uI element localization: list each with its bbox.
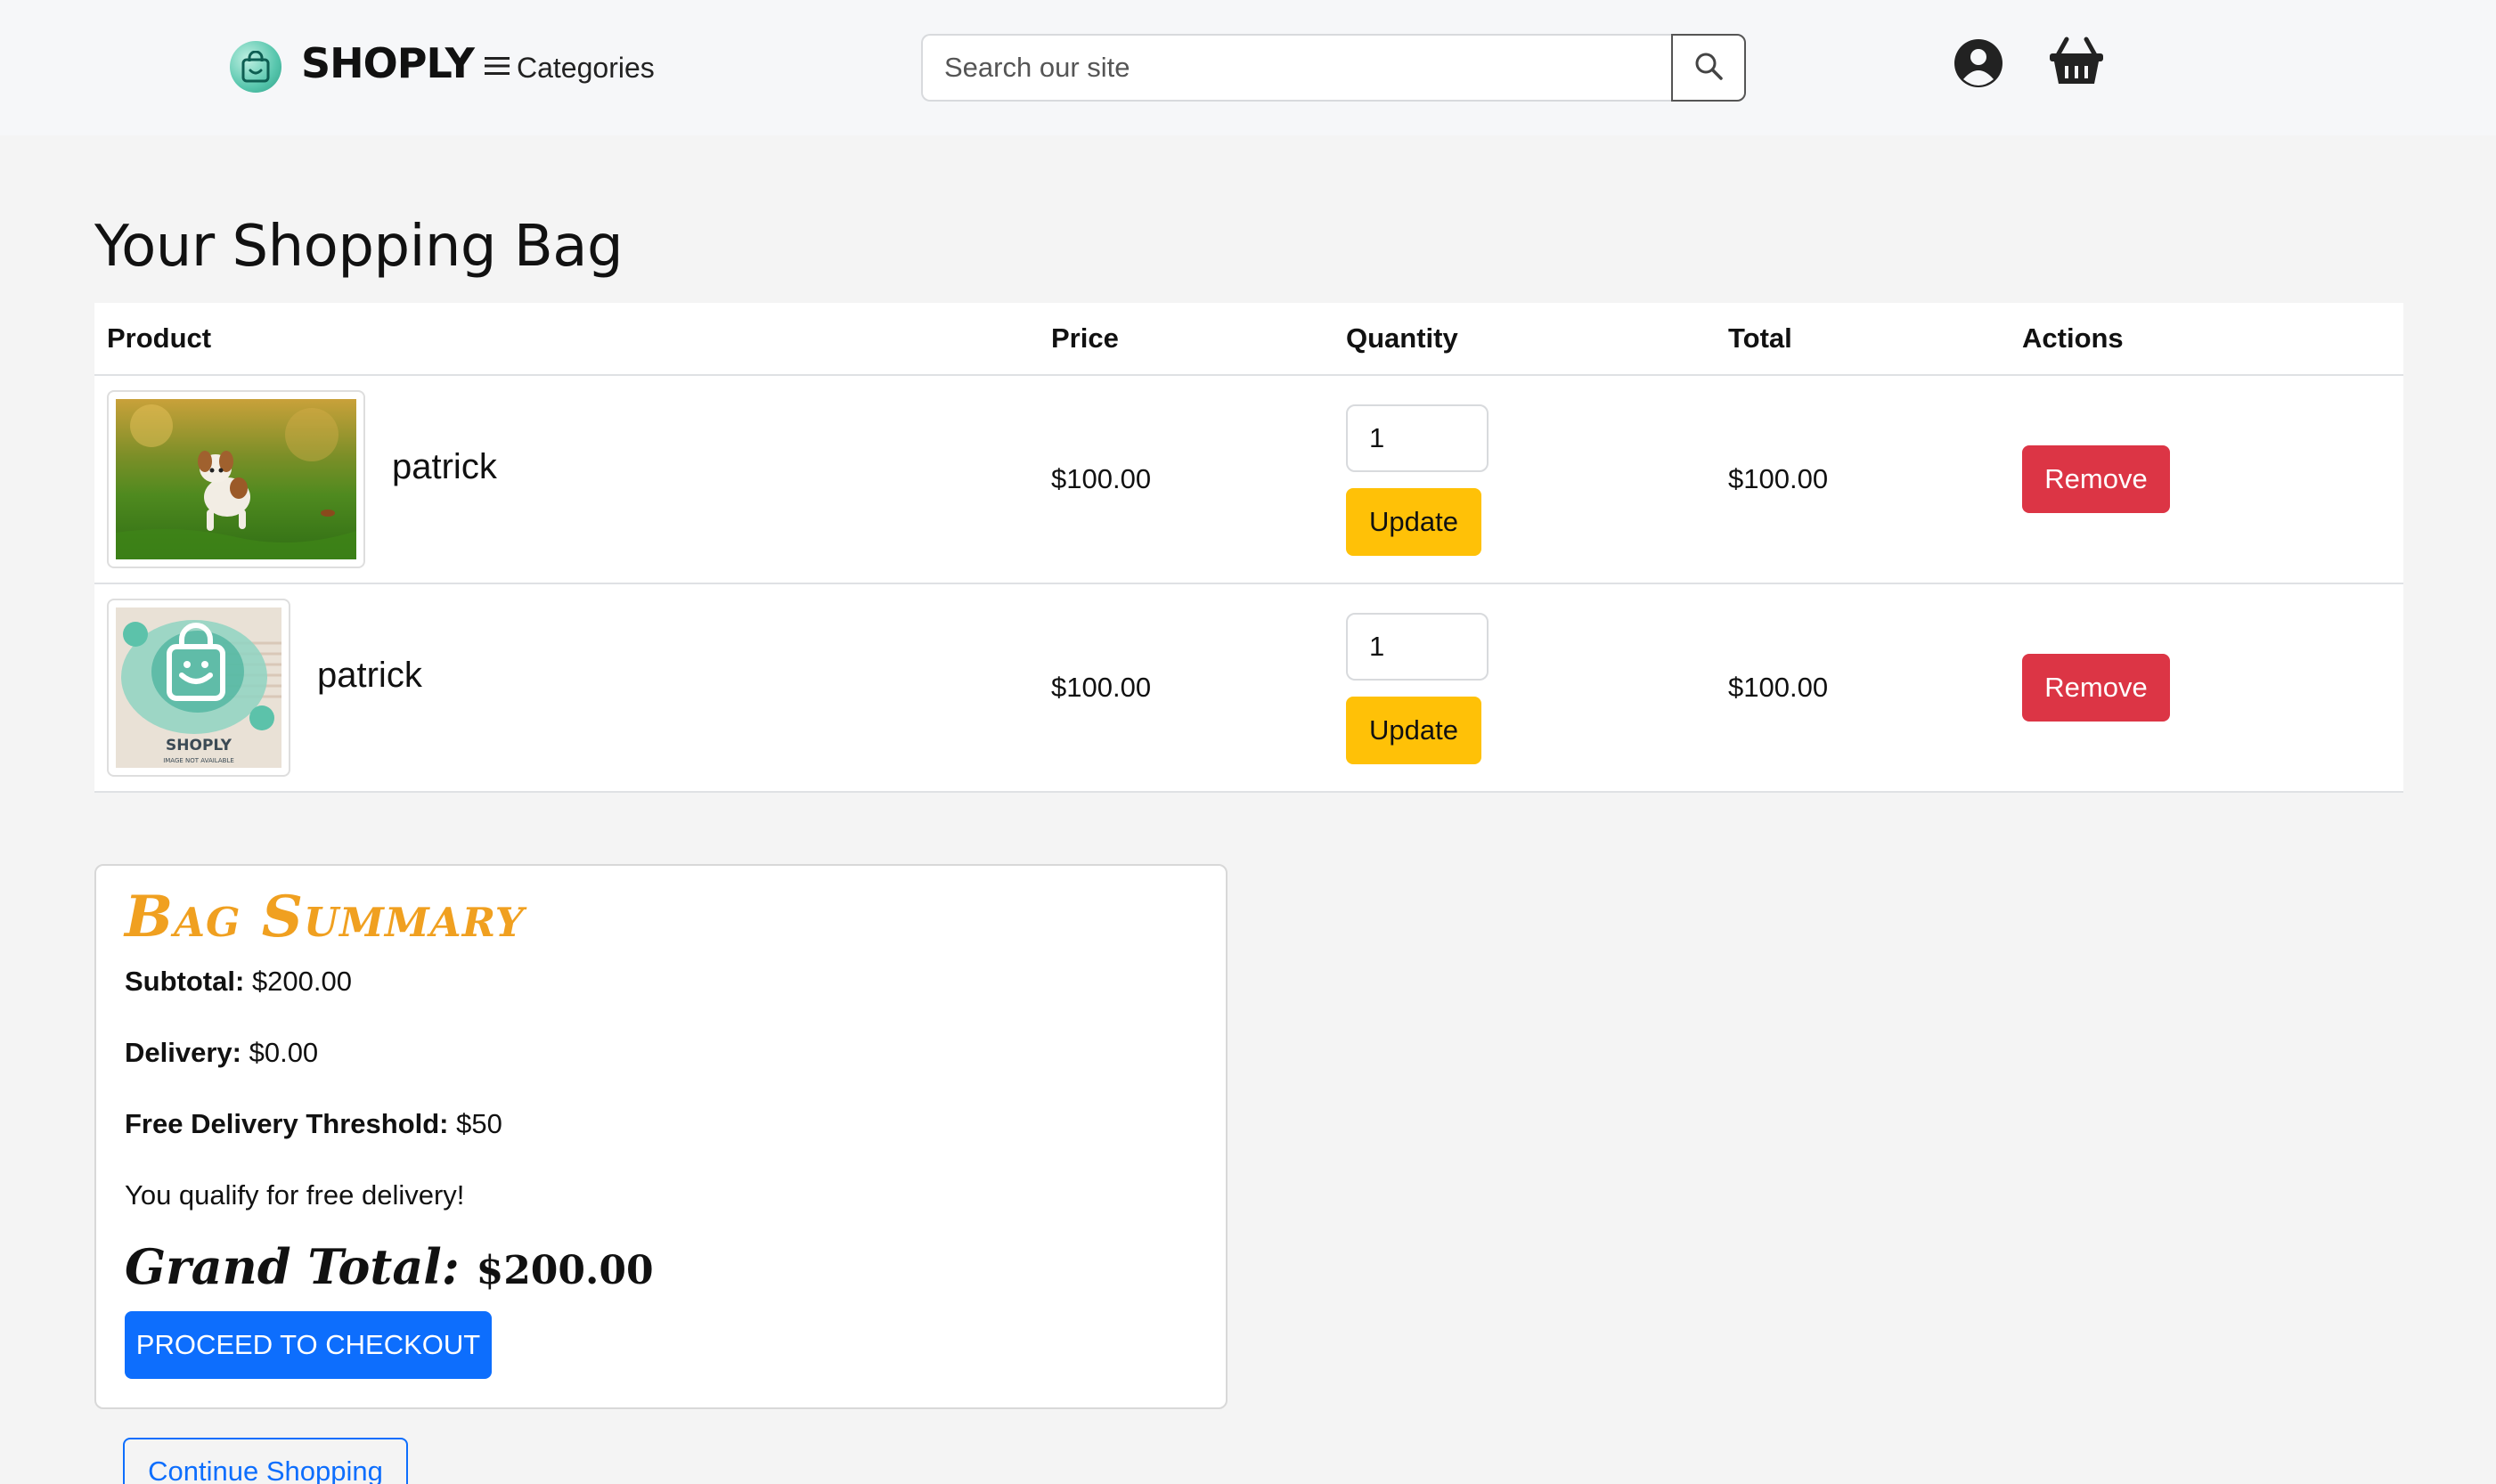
puppy-photo-icon: [116, 399, 356, 559]
table-row: SHOPLY IMAGE NOT AVAILABLE patrick $100.…: [94, 584, 2403, 793]
update-button[interactable]: Update: [1346, 488, 1481, 556]
product-name[interactable]: patrick: [392, 447, 497, 487]
free-delivery-message: You qualify for free delivery!: [125, 1179, 465, 1211]
shopping-bag-table: Product Price Quantity Total Actions pat…: [94, 303, 2403, 793]
hamburger-menu-icon: [485, 52, 510, 85]
remove-button[interactable]: Remove: [2022, 445, 2170, 513]
continue-shopping-button[interactable]: Continue Shopping: [123, 1438, 408, 1484]
product-image[interactable]: [107, 390, 365, 568]
threshold-label: Free Delivery Threshold:: [125, 1108, 449, 1139]
column-header-quantity: Quantity: [1346, 322, 1458, 354]
row-total: $100.00: [1728, 463, 1829, 494]
product-price: $100.00: [1051, 672, 1152, 703]
threshold-line: Free Delivery Threshold: $50: [125, 1108, 502, 1140]
quantity-input[interactable]: [1346, 404, 1489, 472]
remove-button[interactable]: Remove: [2022, 654, 2170, 722]
row-total: $100.00: [1728, 672, 1829, 703]
image-subcaption: IMAGE NOT AVAILABLE: [163, 757, 234, 764]
summary-title: Bag Summary: [125, 884, 525, 950]
table-row: patrick $100.00 Update $100.00 Remove: [94, 376, 2403, 584]
image-not-available-icon: SHOPLY IMAGE NOT AVAILABLE: [116, 607, 281, 768]
shopping-basket-icon[interactable]: [2049, 36, 2104, 87]
column-header-product: Product: [107, 322, 212, 354]
search-button[interactable]: [1671, 34, 1746, 102]
column-header-total: Total: [1728, 322, 1792, 354]
quantity-input[interactable]: [1346, 613, 1489, 681]
search-icon: [1693, 51, 1724, 86]
categories-label: Categories: [517, 51, 655, 84]
grand-total-line: Grand Total: $200.00: [125, 1238, 654, 1295]
update-button[interactable]: Update: [1346, 697, 1481, 764]
shoply-logo-icon[interactable]: [230, 41, 281, 93]
categories-menu-button[interactable]: Categories: [485, 48, 655, 87]
threshold-value: $50: [456, 1108, 502, 1139]
search-input[interactable]: [921, 34, 1671, 102]
proceed-to-checkout-button[interactable]: PROCEED TO CHECKOUT: [125, 1311, 492, 1379]
product-price: $100.00: [1051, 463, 1152, 494]
column-header-actions: Actions: [2022, 322, 2124, 354]
product-name[interactable]: patrick: [317, 656, 422, 696]
search-bar: [921, 34, 1746, 102]
account-icon[interactable]: [1953, 37, 2004, 89]
page-title: Your Shopping Bag: [94, 214, 624, 280]
table-header-row: Product Price Quantity Total Actions: [94, 303, 2403, 376]
column-header-price: Price: [1051, 322, 1119, 354]
subtotal-value: $200.00: [251, 966, 352, 997]
delivery-value: $0.00: [249, 1037, 319, 1068]
product-image[interactable]: SHOPLY IMAGE NOT AVAILABLE: [107, 599, 290, 777]
delivery-label: Delivery:: [125, 1037, 241, 1068]
subtotal-label: Subtotal:: [125, 966, 245, 997]
subtotal-line: Subtotal: $200.00: [125, 966, 352, 998]
grand-total-label: Grand Total:: [125, 1238, 460, 1295]
site-header: SHOPLY Categories: [0, 0, 2496, 135]
grand-total-value: $200.00: [476, 1248, 654, 1293]
delivery-line: Delivery: $0.00: [125, 1037, 318, 1069]
brand-name[interactable]: SHOPLY: [301, 39, 475, 87]
bag-summary-card: Bag Summary Subtotal: $200.00 Delivery: …: [94, 864, 1228, 1409]
image-caption: SHOPLY: [166, 737, 232, 754]
